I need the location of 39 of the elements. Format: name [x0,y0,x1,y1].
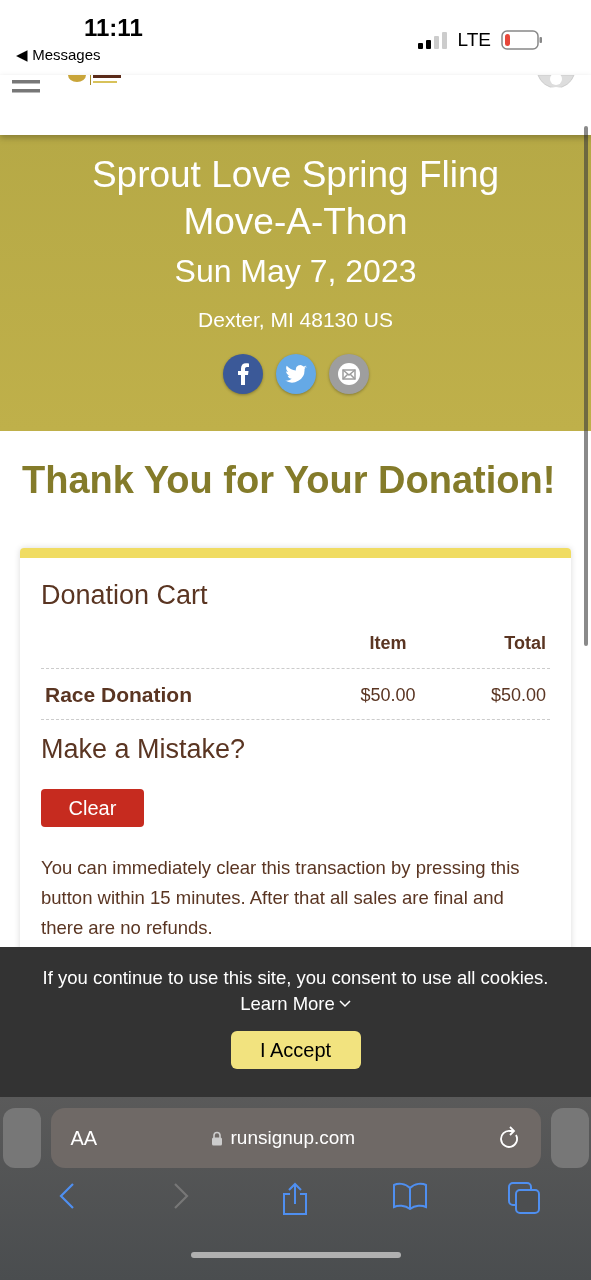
tab-preview [550,1108,589,1168]
event-date: Sun May 7, 2023 [174,253,417,290]
event-location: Dexter, MI 48130 US [198,308,393,332]
mail-icon [336,362,361,386]
table-cell-text: Race Donation [45,683,194,707]
network-label: LTE [457,29,491,51]
share-button[interactable] [222,354,263,394]
url-text: runsignup.com [230,1127,356,1149]
lock-icon [210,1130,223,1146]
tabs-icon[interactable] [507,1182,540,1214]
reload-icon[interactable] [498,1126,521,1150]
refund-note: You can immediately clear this transaction by pressing this button within 15 minutes. After that all sales are final and there are no refunds. [41,856,521,940]
table-cell-text: $50.00 [489,684,547,706]
cart-title: Donation Cart [41,580,209,611]
facebook-icon [235,363,250,385]
event-title: Sprout Love Spring Fling Move-A-Thon [90,153,501,244]
bird-icon [284,365,307,383]
menu-icon[interactable] [12,80,40,94]
back-to-messages-link[interactable]: ◀ Messages [16,46,101,64]
clear-button[interactable]: Clear [41,789,144,827]
status-time: 11:11 [84,14,143,42]
back-icon[interactable] [59,1182,76,1210]
accept-button[interactable]: I Accept [230,1031,361,1069]
tab-preview [2,1108,41,1168]
mistake-heading: Make a Mistake? [41,734,247,765]
caret-icon [338,1000,351,1008]
column-header: Total [503,633,547,654]
share-icon[interactable] [281,1182,310,1216]
thank-you-heading: Thank You for Your Donation! [22,459,557,502]
text-size-button[interactable]: AA [70,1126,211,1150]
book-icon[interactable] [392,1182,427,1210]
signal-icon [417,31,448,49]
column-header: Item [368,633,408,654]
share-button[interactable] [328,354,369,394]
cookie-message: If you continue to use this site, you consent to use all cookies. [42,967,549,989]
table-cell-text: $50.00 [359,684,417,706]
share-button[interactable] [275,354,316,394]
learn-more-link[interactable]: Learn More [240,993,351,1015]
address-bar[interactable]: AA runsignup.com [50,1108,541,1168]
